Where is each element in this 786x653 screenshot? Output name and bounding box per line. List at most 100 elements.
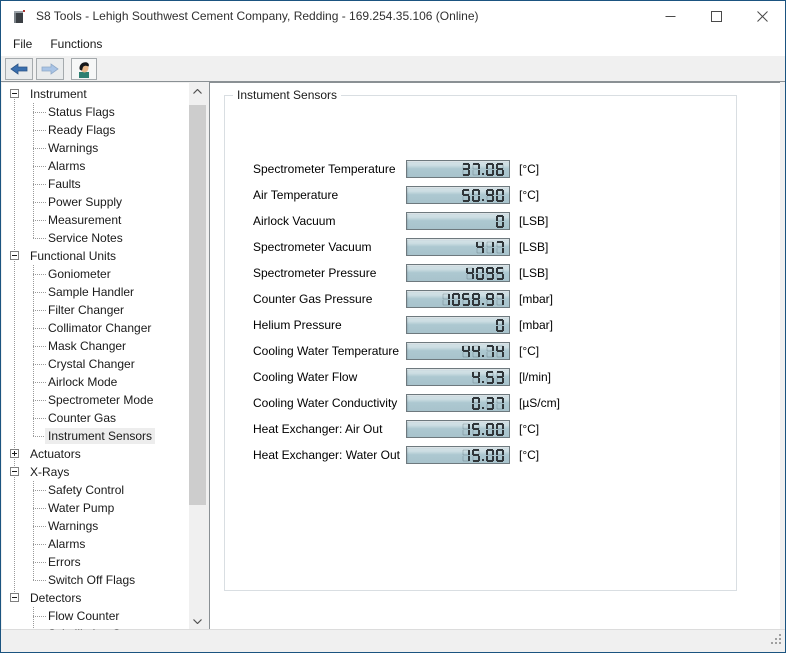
tree-row: Faults — [2, 175, 189, 193]
decimal-point — [482, 303, 484, 305]
tree-item-alarms[interactable]: Alarms — [45, 536, 88, 552]
expand-icon[interactable] — [10, 449, 19, 458]
close-button[interactable] — [739, 1, 785, 32]
tree-row: Power Supply — [2, 193, 189, 211]
forward-arrow-icon — [41, 63, 59, 75]
sensor-row-spectrometer-temperature: Spectrometer Temperature[°C] — [225, 156, 736, 182]
client-area: Instrument Status Flags Ready Flags Warning… — [1, 81, 785, 629]
tree-row: X-Rays — [2, 463, 189, 481]
tree-item-safety-control[interactable]: Safety Control — [45, 482, 127, 498]
tree-item-actuators[interactable]: Actuators — [27, 446, 84, 462]
operator-icon — [76, 61, 92, 78]
lcd-display — [406, 316, 510, 334]
sensor-unit: [°C] — [519, 344, 539, 358]
sensor-label: Spectrometer Vacuum — [253, 240, 406, 254]
tree-item-mask-changer[interactable]: Mask Changer — [45, 338, 129, 354]
lcd-display — [406, 368, 510, 386]
minimize-button[interactable] — [647, 1, 693, 32]
tree-item-crystal-changer[interactable]: Crystal Changer — [45, 356, 138, 372]
tree-item-status-flags[interactable]: Status Flags — [45, 104, 118, 120]
scroll-down-icon[interactable] — [189, 613, 206, 630]
back-button[interactable] — [5, 58, 33, 80]
main-panel: Instument Sensors Spectrometer Temperatu… — [209, 82, 780, 630]
decimal-point — [482, 355, 484, 357]
tree-item-counter-gas[interactable]: Counter Gas — [45, 410, 119, 426]
lcd-display — [406, 446, 510, 464]
tree-item-goniometer[interactable]: Goniometer — [45, 266, 114, 282]
tree-item-instrument-sensors[interactable]: Instrument Sensors — [45, 428, 155, 444]
tree-item-ready-flags[interactable]: Ready Flags — [45, 122, 118, 138]
tree-row: Counter Gas — [2, 409, 189, 427]
sensor-row-airlock-vacuum: Airlock Vacuum[LSB] — [225, 208, 736, 234]
close-icon — [757, 11, 768, 22]
tree-item-scintillation-counter[interactable]: Scintillation Counter — [45, 626, 158, 630]
tree-row: Ready Flags — [2, 121, 189, 139]
tree-item-water-pump[interactable]: Water Pump — [45, 500, 117, 516]
collapse-icon[interactable] — [10, 89, 19, 98]
tree-item-airlock-mode[interactable]: Airlock Mode — [45, 374, 120, 390]
back-arrow-icon — [10, 63, 28, 75]
tree-item-alarms[interactable]: Alarms — [45, 158, 88, 174]
tree-item-filter-changer[interactable]: Filter Changer — [45, 302, 127, 318]
tree-row: Safety Control — [2, 481, 189, 499]
tree-item-x-rays[interactable]: X-Rays — [27, 464, 72, 480]
tree-item-collimator-changer[interactable]: Collimator Changer — [45, 320, 154, 336]
collapse-icon[interactable] — [10, 593, 19, 602]
tree-row: Warnings — [2, 517, 189, 535]
lcd-display — [406, 160, 510, 178]
tree-item-detectors[interactable]: Detectors — [27, 590, 84, 606]
tree-item-warnings[interactable]: Warnings — [45, 140, 101, 156]
decimal-point — [482, 459, 484, 461]
sensor-unit: [mbar] — [519, 292, 553, 306]
collapse-icon[interactable] — [10, 251, 19, 260]
resize-grip[interactable] — [769, 632, 782, 650]
operator-button[interactable] — [71, 58, 97, 80]
tree-item-instrument[interactable]: Instrument — [27, 86, 90, 102]
sensor-row-spectrometer-vacuum: Spectrometer Vacuum[LSB] — [225, 234, 736, 260]
lcd-display — [406, 420, 510, 438]
tree-item-sample-handler[interactable]: Sample Handler — [45, 284, 137, 300]
tree-item-measurement[interactable]: Measurement — [45, 212, 124, 228]
forward-button[interactable] — [36, 58, 64, 80]
lcd-display — [406, 290, 510, 308]
tree-item-warnings[interactable]: Warnings — [45, 518, 101, 534]
tree-item-power-supply[interactable]: Power Supply — [45, 194, 125, 210]
sensor-row-heat-exchanger-water-out: Heat Exchanger: Water Out[°C] — [225, 442, 736, 468]
tree-item-errors[interactable]: Errors — [45, 554, 84, 570]
tree-row: Goniometer — [2, 265, 189, 283]
menu-functions[interactable]: Functions — [41, 33, 111, 55]
tree-item-faults[interactable]: Faults — [45, 176, 84, 192]
sensor-label: Cooling Water Flow — [253, 370, 406, 384]
lcd-display — [406, 186, 510, 204]
tree-item-service-notes[interactable]: Service Notes — [45, 230, 126, 246]
sensor-row-helium-pressure: Helium Pressure[mbar] — [225, 312, 736, 338]
tree-row: Instrument — [2, 85, 189, 103]
sensor-unit: [°C] — [519, 188, 539, 202]
sensor-label: Heat Exchanger: Air Out — [253, 422, 406, 436]
tree-item-flow-counter[interactable]: Flow Counter — [45, 608, 122, 624]
sensor-label: Spectrometer Temperature — [253, 162, 406, 176]
tree-row: Errors — [2, 553, 189, 571]
maximize-button[interactable] — [693, 1, 739, 32]
statusbar — [1, 629, 785, 653]
tree-item-switch-off-flags[interactable]: Switch Off Flags — [45, 572, 138, 588]
tree-row: Measurement — [2, 211, 189, 229]
maximize-icon — [711, 11, 722, 22]
scroll-up-icon[interactable] — [189, 83, 206, 100]
sensor-row-cooling-water-flow: Cooling Water Flow[l/min] — [225, 364, 736, 390]
tree-row: Spectrometer Mode — [2, 391, 189, 409]
tree-item-spectrometer-mode[interactable]: Spectrometer Mode — [45, 392, 156, 408]
sensor-unit: [LSB] — [519, 266, 548, 280]
tree-row: Warnings — [2, 139, 189, 157]
navigation-tree: Instrument Status Flags Ready Flags Warning… — [2, 83, 206, 630]
decimal-point — [482, 433, 484, 435]
scrollbar-thumb[interactable] — [189, 105, 206, 505]
tree-scrollbar[interactable] — [189, 83, 206, 630]
toolbar — [1, 56, 785, 81]
menu-file[interactable]: File — [4, 33, 41, 55]
titlebar[interactable]: S8 Tools - Lehigh Southwest Cement Compa… — [1, 1, 785, 32]
collapse-icon[interactable] — [10, 467, 19, 476]
sensor-unit: [°C] — [519, 448, 539, 462]
tree-item-functional-units[interactable]: Functional Units — [27, 248, 119, 264]
tree-row: Actuators — [2, 445, 189, 463]
